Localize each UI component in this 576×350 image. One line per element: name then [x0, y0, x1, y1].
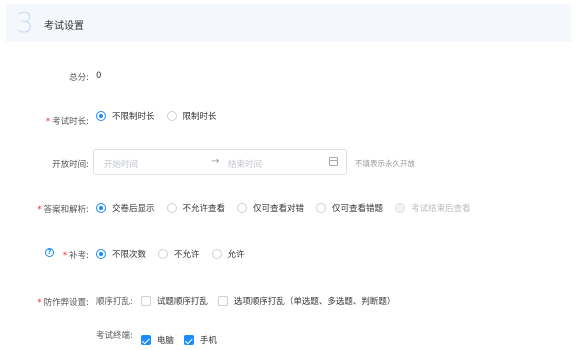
- open-time-hint: 不填表示永久开放: [355, 159, 415, 168]
- checkbox-box[interactable]: [140, 296, 151, 306]
- checkbox-terminal-pc[interactable]: 电脑: [140, 334, 174, 346]
- answers-label: * 答案和解析:: [37, 203, 89, 215]
- anti-cheat-label: * 防作弊设置:: [37, 296, 89, 308]
- radio-label: 仅可查看错题: [332, 204, 384, 214]
- retake-label: * 补考:: [63, 249, 89, 261]
- required-mark: *: [45, 117, 51, 127]
- radio-dot[interactable]: [237, 203, 248, 213]
- radio-dot[interactable]: [96, 203, 106, 213]
- required-mark: *: [37, 298, 42, 308]
- section-title: 考试设置: [44, 21, 84, 32]
- shuffle-row: 顺序打乱: 试题顺序打乱 选项顺序打乱（单选题、多选题、判断题）: [96, 295, 405, 307]
- radio-dot: [395, 203, 406, 213]
- section-header: 3 考试设置: [6, 4, 571, 42]
- radio-retake-not-allowed[interactable]: 不允许: [158, 248, 200, 260]
- radio-label: 限制时长: [182, 112, 217, 122]
- radio-view-wrong[interactable]: 仅可查看错题: [316, 202, 383, 214]
- terminal-row: 考试终端: 电脑 手机: [96, 331, 227, 346]
- required-mark: *: [62, 251, 68, 261]
- radio-label: 不允许查看: [182, 204, 226, 214]
- open-time-label: 开放时间:: [52, 160, 89, 170]
- question-circle-icon[interactable]: ?: [45, 248, 54, 257]
- terminal-label: 考试终端:: [96, 331, 133, 341]
- check-icon[interactable]: [140, 335, 151, 345]
- checkbox-label: 电脑: [156, 336, 174, 346]
- start-time-input[interactable]: 开始时间: [104, 158, 138, 170]
- radio-retake-allowed[interactable]: 允许: [211, 248, 245, 260]
- radio-after-exam-end: 考试结束后查看: [395, 202, 471, 214]
- duration-label-text: 考试时长:: [52, 117, 89, 127]
- radio-label: 考试结束后查看: [411, 204, 471, 214]
- checkbox-label: 试题顺序打乱: [156, 297, 208, 307]
- answers-label-text: 答案和解析:: [43, 205, 89, 215]
- radio-dot[interactable]: [166, 203, 177, 213]
- calendar-icon[interactable]: [329, 157, 338, 166]
- answers-radio-group: 交卷后显示 不允许查看 仅可查看对错 仅可查看错题 考试结束后查看: [96, 202, 483, 214]
- retake-label-text: 补考:: [69, 251, 89, 261]
- radio-label: 交卷后显示: [112, 204, 155, 214]
- checkbox-terminal-mobile[interactable]: 手机: [183, 334, 217, 346]
- duration-radio-group: 不限制时长 限制时长: [96, 110, 229, 122]
- radio-unlimited-duration[interactable]: 不限制时长: [96, 110, 155, 122]
- checkbox-shuffle-options[interactable]: 选项顺序打乱（单选题、多选题、判断题）: [217, 295, 396, 307]
- radio-label: 仅可查看对错: [253, 204, 305, 214]
- radio-label: 不限制时长: [112, 112, 155, 122]
- radio-dot[interactable]: [96, 249, 106, 259]
- checkbox-label: 选项顺序打乱（单选题、多选题、判断题）: [233, 297, 396, 307]
- shuffle-label: 顺序打乱:: [96, 297, 133, 307]
- radio-dot[interactable]: [316, 203, 327, 213]
- end-time-input[interactable]: 结束时间: [228, 158, 262, 170]
- radio-dot[interactable]: [166, 111, 177, 121]
- step-number: 3: [16, 6, 34, 39]
- radio-label: 允许: [227, 250, 245, 260]
- radio-view-correctness[interactable]: 仅可查看对错: [237, 202, 304, 214]
- total-score-value: 0: [96, 71, 102, 81]
- radio-dot[interactable]: [158, 249, 169, 259]
- radio-dot[interactable]: [96, 111, 106, 121]
- required-mark: *: [37, 205, 42, 215]
- check-icon[interactable]: [183, 335, 194, 345]
- retake-radio-group: 不限次数 不允许 允许: [96, 248, 257, 260]
- duration-label: * 考试时长:: [46, 115, 89, 127]
- checkbox-label: 手机: [199, 336, 217, 346]
- anti-cheat-label-text: 防作弊设置:: [43, 298, 89, 308]
- radio-limited-duration[interactable]: 限制时长: [166, 110, 217, 122]
- radio-label: 不允许: [174, 250, 200, 260]
- total-score-label: 总分:: [69, 73, 89, 83]
- radio-dot[interactable]: [211, 249, 222, 259]
- radio-unlimited-retake[interactable]: 不限次数: [96, 248, 146, 260]
- radio-label: 不限次数: [112, 250, 147, 260]
- checkbox-box[interactable]: [217, 296, 228, 306]
- radio-not-allowed[interactable]: 不允许查看: [166, 202, 226, 214]
- range-arrow-icon: →: [211, 156, 220, 167]
- radio-show-after-submit[interactable]: 交卷后显示: [96, 202, 155, 214]
- open-time-range-picker[interactable]: 开始时间 → 结束时间: [93, 149, 347, 175]
- checkbox-shuffle-questions[interactable]: 试题顺序打乱: [140, 295, 208, 307]
